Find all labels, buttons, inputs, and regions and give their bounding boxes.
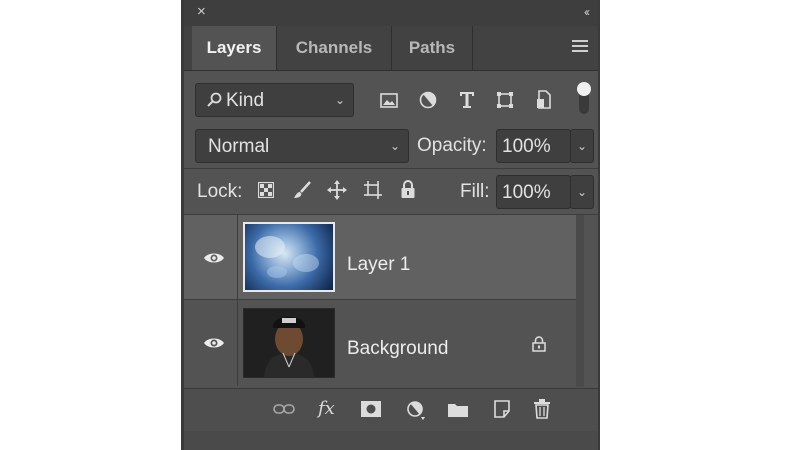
hamburger-menu-icon[interactable] xyxy=(572,40,588,55)
chevron-down-icon: ⌄ xyxy=(577,185,588,199)
fill-input[interactable]: 100% xyxy=(496,175,571,209)
chevron-down-icon: ⌄ xyxy=(334,93,345,107)
smart-object-filter-icon[interactable] xyxy=(536,90,552,110)
layers-scrollbar[interactable] xyxy=(576,215,584,387)
eye-icon[interactable] xyxy=(203,336,225,350)
panel-titlebar: × ‹‹ xyxy=(181,0,600,26)
prevent-auto-nesting-icon[interactable] xyxy=(363,180,383,200)
tab-paths[interactable]: Paths xyxy=(392,26,472,70)
lock-image-pixels-icon[interactable] xyxy=(292,180,312,200)
new-layer-icon[interactable] xyxy=(494,400,510,418)
fill-value: 100% xyxy=(502,182,551,203)
opacity-input[interactable]: 100% xyxy=(496,129,571,163)
type-filter-icon[interactable] xyxy=(459,91,475,109)
search-icon xyxy=(207,92,222,107)
layer-row-background[interactable]: Background xyxy=(181,300,576,386)
fill-dropdown-button[interactable]: ⌄ xyxy=(570,175,594,209)
layer-thumbnail[interactable] xyxy=(243,308,335,378)
blend-mode-value: Normal xyxy=(208,136,270,157)
filter-kind-label: Kind xyxy=(226,90,265,111)
chevron-down-icon: ⌄ xyxy=(577,139,588,153)
filter-kind-select[interactable]: Kind ⌄ xyxy=(195,83,354,117)
tab-channels[interactable]: Channels xyxy=(277,26,391,70)
layer-thumbnail[interactable] xyxy=(243,222,335,292)
lock-position-icon[interactable] xyxy=(327,180,347,200)
layers-panel: × ‹‹ Layers Channels Paths Kind ⌄ Normal… xyxy=(181,0,600,450)
adjustment-layer-icon[interactable] xyxy=(406,400,426,420)
layer-row-layer-1[interactable]: Layer 1 xyxy=(181,215,576,299)
shape-filter-icon[interactable] xyxy=(496,91,514,109)
lock-label: Lock: xyxy=(197,181,243,202)
layer-lock-icon[interactable] xyxy=(532,336,546,352)
panel-footer: fx xyxy=(181,388,600,432)
chevron-down-icon: ⌄ xyxy=(389,139,400,153)
layer-name[interactable]: Layer 1 xyxy=(347,254,410,276)
link-layers-icon[interactable] xyxy=(273,403,295,415)
delete-layer-icon[interactable] xyxy=(533,399,551,419)
opacity-value: 100% xyxy=(502,136,551,157)
lock-all-icon[interactable] xyxy=(400,180,416,199)
opacity-label: Opacity: xyxy=(417,135,487,156)
image-filter-icon[interactable] xyxy=(380,93,398,108)
lock-transparent-pixels-icon[interactable] xyxy=(258,182,274,198)
layer-name[interactable]: Background xyxy=(347,338,448,360)
filter-toggle-switch[interactable] xyxy=(577,82,591,114)
panel-resize-handle[interactable] xyxy=(181,431,600,450)
tab-layers[interactable]: Layers xyxy=(192,26,276,70)
blend-mode-select[interactable]: Normal ⌄ xyxy=(195,129,409,163)
fx-icon[interactable]: fx xyxy=(318,398,335,419)
eye-icon[interactable] xyxy=(203,251,225,265)
close-icon[interactable]: × xyxy=(197,4,206,20)
opacity-dropdown-button[interactable]: ⌄ xyxy=(570,129,594,163)
portrait-image xyxy=(244,309,334,377)
new-group-icon[interactable] xyxy=(447,401,469,418)
add-mask-icon[interactable] xyxy=(361,401,381,417)
collapse-icon[interactable]: ‹‹ xyxy=(584,5,590,19)
panel-tabs: Layers Channels Paths xyxy=(181,26,600,71)
adjustment-filter-icon[interactable] xyxy=(419,91,437,109)
fill-label: Fill: xyxy=(460,181,490,202)
